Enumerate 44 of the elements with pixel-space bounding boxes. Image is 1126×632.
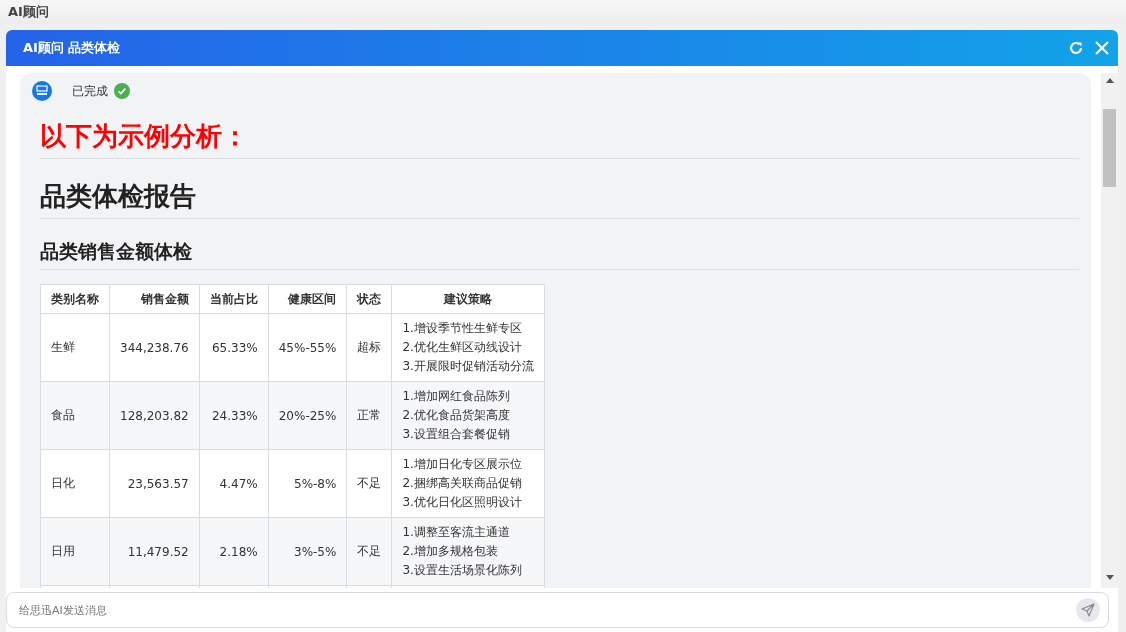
table-cell: 1.增加网红食品陈列 2.优化食品货架高度 3.设置组合套餐促销 <box>391 381 545 450</box>
table-cell: 23,563.57 <box>109 449 200 518</box>
table-cell: 生鲜 <box>40 313 110 382</box>
table-cell: 不足 <box>346 449 392 518</box>
table-cell: 344,238.76 <box>109 313 200 382</box>
scrollbar[interactable] <box>1101 73 1118 588</box>
table-cell: 正常 <box>346 381 392 450</box>
close-icon[interactable] <box>1094 40 1110 56</box>
table-cell: 1.增设季节性生鲜专区 2.优化生鲜区动线设计 3.开展限时促销活动分流 <box>391 313 545 382</box>
notice-heading: 以下为示例分析： <box>40 119 1079 159</box>
table-cell: 24.33% <box>199 381 269 450</box>
table-cell: 超标 <box>346 313 392 382</box>
table-cell: 1.调整至客流主通道 2.增加多规格包装 3.设置生活场景化陈列 <box>391 517 545 586</box>
table-cell: 128,203.82 <box>109 381 200 450</box>
table-cell: 日化 <box>40 449 110 518</box>
table-cell: 5%-8% <box>268 449 347 518</box>
table-cell: 3%-5% <box>268 517 347 586</box>
column-header: 类别名称 <box>40 284 110 314</box>
table-cell: 4.47% <box>199 449 269 518</box>
column-header: 销售金额 <box>109 284 200 314</box>
refresh-icon[interactable] <box>1068 40 1084 56</box>
send-button[interactable] <box>1076 598 1100 622</box>
column-header: 建议策略 <box>391 284 545 314</box>
table-cell: 11,479.52 <box>109 517 200 586</box>
report-heading: 品类体检报告 <box>40 179 1079 219</box>
table-cell: 2.18% <box>199 517 269 586</box>
table-cell: 20%-25% <box>268 381 347 450</box>
table-cell: 食品 <box>40 381 110 450</box>
status-text: 已完成 <box>72 82 108 100</box>
table-cell: 1.增加日化专区展示位 2.捆绑高关联商品促销 3.优化日化区照明设计 <box>391 449 545 518</box>
assistant-logo-icon <box>32 81 52 101</box>
message-input[interactable]: 给思迅AI发送消息 <box>17 602 1076 618</box>
send-icon <box>1081 603 1095 617</box>
column-header: 健康区间 <box>268 284 347 314</box>
message-field[interactable]: 给思迅AI发送消息 <box>6 592 1109 628</box>
column-header: 状态 <box>346 284 392 314</box>
table-cell: 65.33% <box>199 313 269 382</box>
dialog-title: AI顾问 品类体检 <box>23 39 121 57</box>
app-title: AI顾问 <box>8 3 49 21</box>
table-cell: 不足 <box>346 517 392 586</box>
section-heading: 品类销售金额体检 <box>40 239 1079 270</box>
table-cell: 日用 <box>40 517 110 586</box>
table-cell: 45%-55% <box>268 313 347 382</box>
column-header: 当前占比 <box>199 284 269 314</box>
